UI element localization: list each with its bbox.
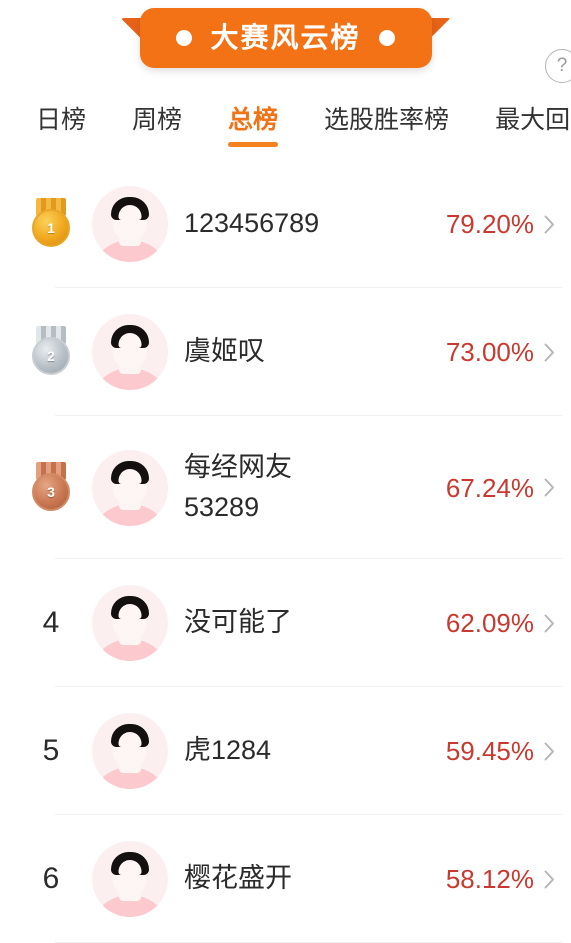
chevron-right-icon[interactable]	[544, 215, 555, 234]
banner-plaque: 大赛风云榜	[139, 8, 432, 68]
medal-rank-number: 3	[32, 472, 70, 511]
value-cell: 67.24%	[446, 475, 559, 501]
value-cell: 58.12%	[446, 866, 559, 892]
return-rate-value: 79.20%	[445, 209, 534, 239]
value-cell: 73.00%	[446, 339, 559, 365]
avatar	[92, 314, 168, 390]
gold-medal-icon: 1	[29, 198, 73, 250]
silver-medal-icon: 2	[29, 326, 73, 378]
user-name: 虎1284	[184, 735, 272, 766]
rank-cell: 1	[20, 198, 82, 250]
page-title: 大赛风云榜	[210, 22, 361, 53]
user-name: 虞姬叹	[184, 336, 265, 367]
tab-daily-label: 日榜	[36, 106, 87, 134]
tab-max-drawdown[interactable]: 最大回	[495, 96, 570, 133]
tab-weekly-label: 周榜	[132, 106, 183, 134]
tab-max-drawdown-label: 最大回	[495, 106, 571, 134]
return-rate-value: 67.24%	[445, 472, 534, 503]
table-row[interactable]: 5 虎1284 59.45%	[0, 687, 571, 815]
rank-cell: 5	[20, 736, 82, 766]
tab-weekly[interactable]: 周榜	[132, 96, 182, 133]
rank-cell: 6	[20, 864, 82, 894]
chevron-right-icon[interactable]	[544, 870, 555, 889]
tab-overall[interactable]: 总榜	[228, 96, 279, 147]
value-cell: 62.09%	[446, 610, 559, 636]
rank-cell: 4	[20, 608, 82, 638]
return-rate-value: 59.45%	[445, 736, 534, 766]
chevron-right-icon[interactable]	[544, 742, 555, 761]
table-row[interactable]: 1 123456789 79.20%	[0, 160, 571, 288]
table-row[interactable]: 6 樱花盛开 58.12%	[0, 815, 571, 943]
tab-daily[interactable]: 日榜	[36, 96, 86, 133]
avatar	[92, 449, 168, 526]
chevron-right-icon[interactable]	[544, 343, 555, 362]
user-name: 樱花盛开	[184, 863, 292, 894]
help-question-icon[interactable]: ?	[545, 49, 571, 83]
rank-number: 6	[42, 862, 60, 895]
user-name: 没可能了	[184, 607, 292, 638]
active-tab-underline	[228, 142, 279, 147]
return-rate-value: 73.00%	[445, 337, 534, 367]
user-name-cell: 樱花盛开	[168, 859, 446, 898]
return-rate-value: 62.09%	[445, 608, 534, 638]
user-name-cell: 虎1284	[168, 731, 446, 770]
avatar	[92, 713, 168, 789]
chevron-right-icon[interactable]	[544, 614, 555, 633]
leaderboard-list: 1 123456789 79.20% 2 虞姬叹 73.00% 3 每经网友 5…	[0, 160, 571, 943]
return-rate-value: 58.12%	[445, 864, 534, 894]
user-name-cell: 123456789	[168, 204, 446, 243]
user-name-cell: 没可能了	[168, 603, 446, 642]
tab-overall-label: 总榜	[228, 106, 279, 134]
table-row[interactable]: 2 虞姬叹 73.00%	[0, 288, 571, 416]
bronze-medal-icon: 3	[29, 461, 73, 514]
user-name-cell: 每经网友 53289	[168, 448, 446, 526]
banner-dot-right-icon	[378, 30, 395, 46]
value-cell: 79.20%	[446, 211, 559, 237]
rank-cell: 3	[20, 461, 82, 514]
medal-rank-number: 2	[32, 337, 70, 375]
leaderboard-tabs: 日榜 周榜 总榜 选股胜率榜 最大回	[0, 96, 571, 160]
rank-number: 4	[42, 606, 60, 639]
medal-rank-number: 1	[32, 209, 70, 247]
value-cell: 59.45%	[446, 738, 559, 764]
chevron-right-icon[interactable]	[544, 478, 555, 497]
table-row[interactable]: 4 没可能了 62.09%	[0, 559, 571, 687]
contest-banner: 大赛风云榜	[120, 8, 451, 68]
banner-dot-left-icon	[176, 30, 193, 46]
table-row[interactable]: 3 每经网友 53289 67.24%	[0, 416, 571, 559]
avatar	[92, 186, 168, 262]
tab-stock-pick-winrate-label: 选股胜率榜	[324, 106, 450, 134]
rank-cell: 2	[20, 326, 82, 378]
avatar	[92, 585, 168, 661]
user-name-cell: 虞姬叹	[168, 332, 446, 371]
user-name: 123456789	[184, 208, 320, 239]
user-name-line2: 53289	[184, 491, 260, 522]
tab-stock-pick-winrate[interactable]: 选股胜率榜	[324, 96, 449, 133]
page-header: 大赛风云榜 ?	[0, 0, 571, 96]
user-name: 每经网友	[184, 452, 292, 483]
rank-number: 5	[42, 734, 60, 767]
